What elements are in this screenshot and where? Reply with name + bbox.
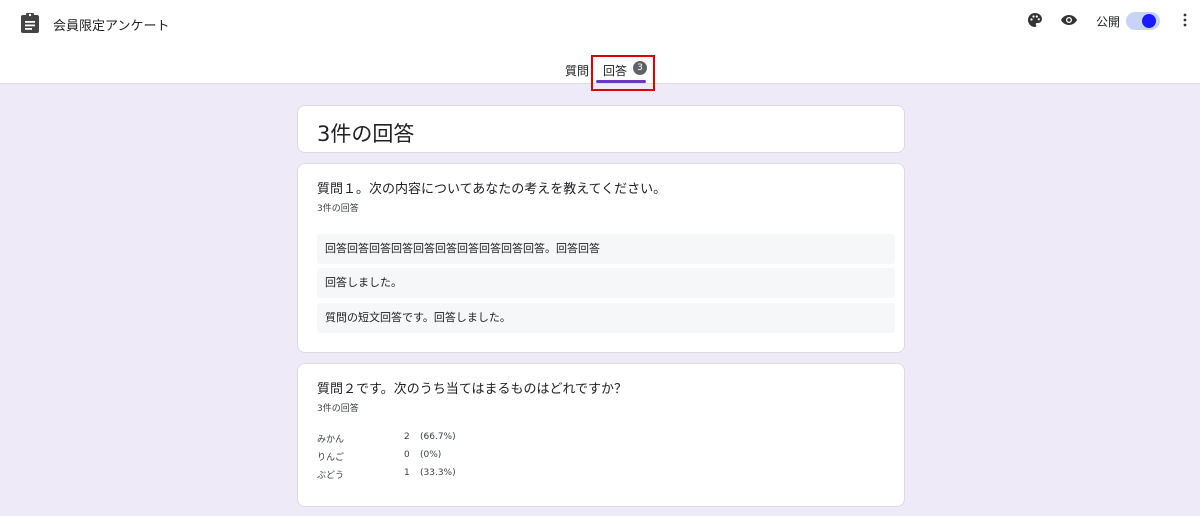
option-name: みかん: [317, 435, 345, 445]
clipboard-icon[interactable]: [20, 12, 40, 34]
response-count: 3件の回答: [317, 404, 359, 414]
tab-questions[interactable]: 質問: [565, 62, 589, 79]
option-percent: (66.7%): [420, 432, 456, 442]
responses-summary-card: 3件の回答: [297, 105, 905, 153]
option-count: 0: [404, 450, 410, 460]
answer-item: 質問の短文回答です。回答しました。: [317, 303, 895, 333]
toggle-knob: [1142, 14, 1156, 28]
more-vert-icon[interactable]: [1182, 12, 1188, 28]
option-row: ぶどう 1 (33.3%): [317, 468, 617, 484]
answer-item: 回答しました。: [317, 268, 895, 298]
highlight-annotation: [591, 55, 655, 91]
question-title: 質問１。次の内容についてあなたの考えを教えてください。: [317, 182, 667, 197]
answer-item: 回答回答回答回答回答回答回答回答回答回答。回答回答: [317, 234, 895, 264]
option-count: 2: [404, 432, 410, 442]
palette-icon[interactable]: [1027, 12, 1043, 28]
option-percent: (0%): [420, 450, 442, 460]
responses-summary-title: 3件の回答: [317, 122, 415, 146]
option-count: 1: [404, 468, 410, 478]
response-count: 3件の回答: [317, 204, 359, 214]
question-title: 質問２です。次のうち当てはまるものはどれですか？: [317, 382, 628, 397]
option-row: みかん 2 (66.7%): [317, 432, 617, 448]
publish-toggle[interactable]: [1126, 12, 1160, 30]
option-name: ぶどう: [317, 471, 345, 481]
option-name: りんご: [317, 453, 345, 463]
form-title[interactable]: 会員限定アンケート: [53, 15, 169, 34]
eye-icon[interactable]: [1060, 12, 1078, 28]
question-card-2: 質問２です。次のうち当てはまるものはどれですか？ 3件の回答 みかん 2 (66…: [297, 363, 905, 507]
option-row: りんご 0 (0%): [317, 450, 617, 466]
toolbar-right: 公開: [1000, 10, 1200, 34]
option-percent: (33.3%): [420, 468, 456, 478]
publish-label: 公開: [1096, 15, 1121, 29]
question-card-1: 質問１。次の内容についてあなたの考えを教えてください。 3件の回答 回答回答回答…: [297, 163, 905, 353]
